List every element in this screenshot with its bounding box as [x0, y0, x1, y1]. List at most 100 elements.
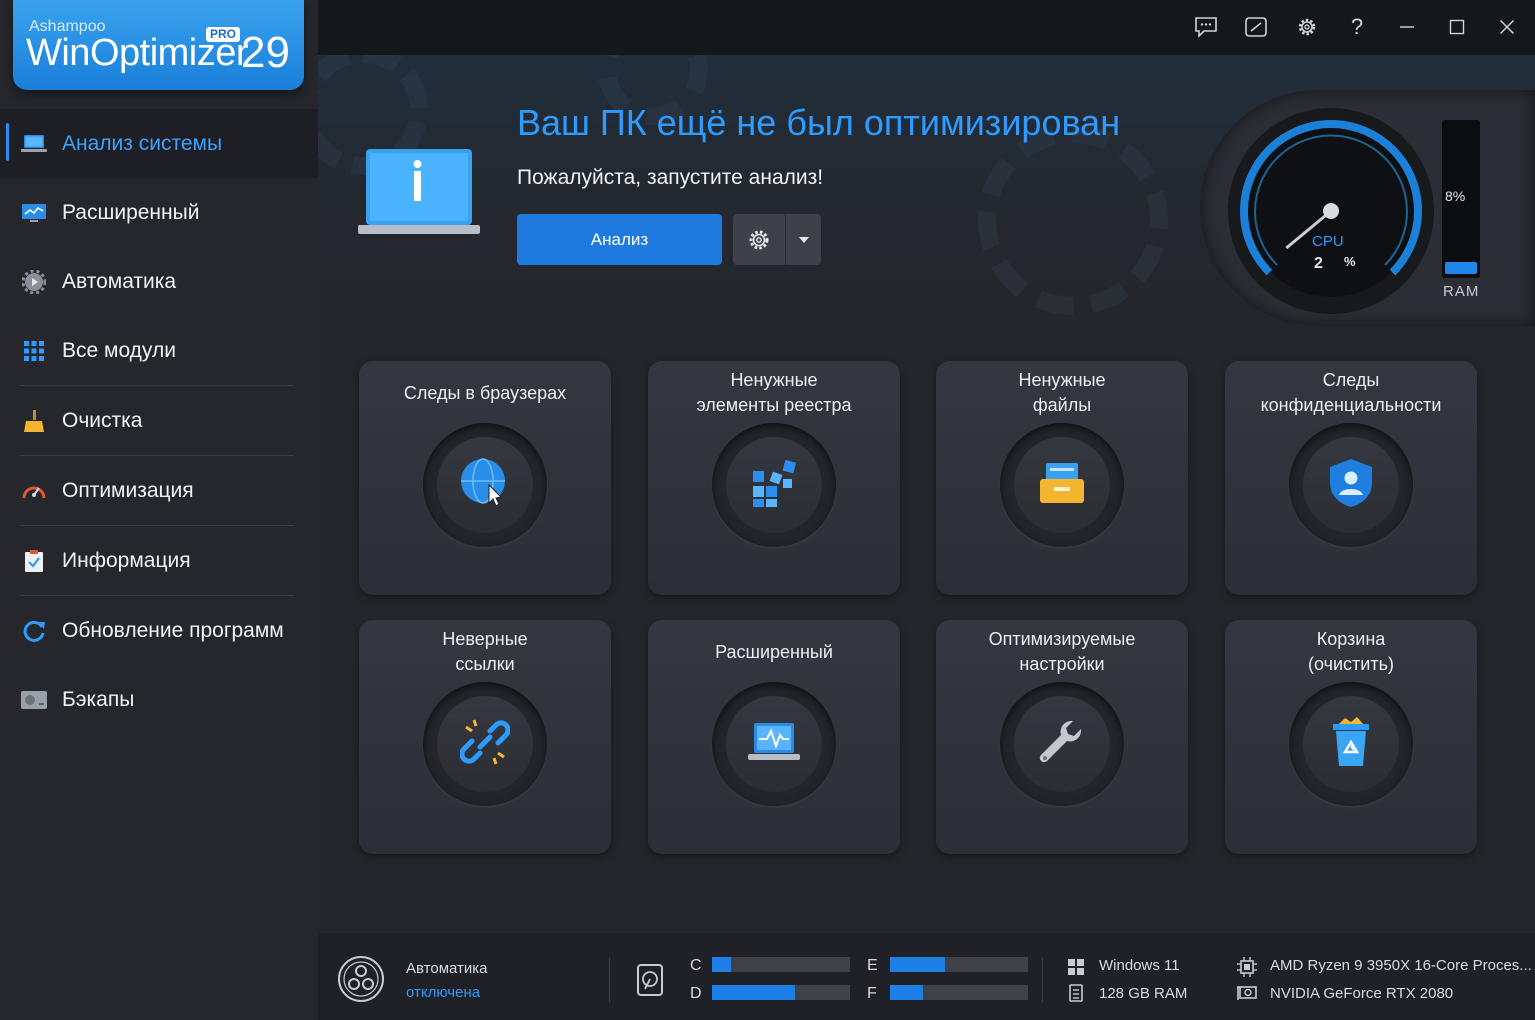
- tile-icon-disc: [1303, 696, 1399, 792]
- tile-recycle-bin[interactable]: Корзина (очистить): [1225, 620, 1477, 854]
- sidebar-nav: Анализ системы Расширенный Автоматика Вс…: [0, 109, 318, 734]
- status-divider: [1042, 958, 1043, 1002]
- tile-browser-traces[interactable]: Следы в браузерах: [359, 361, 611, 595]
- tile-icon-disc: [1014, 696, 1110, 792]
- gear-play-icon: [20, 269, 48, 294]
- sidebar-item-label: Анализ системы: [62, 131, 223, 155]
- sidebar-item-system-analysis[interactable]: Анализ системы: [0, 109, 318, 178]
- tile-label: Следы в браузерах: [403, 382, 567, 403]
- tile-icon-ring: [1000, 682, 1124, 806]
- tile-icon-disc: [726, 437, 822, 533]
- feedback-icon[interactable]: [1189, 10, 1223, 44]
- sidebar: Ashampoo WinOptimizer PRO 29 Анализ сист…: [0, 0, 318, 1020]
- ram-value: 8%: [1445, 188, 1466, 204]
- settings-icon[interactable]: [733, 214, 786, 265]
- tile-optimizable-settings[interactable]: Оптимизируемые настройки: [936, 620, 1188, 854]
- cpu-unit: %: [1344, 254, 1356, 269]
- tile-label: Ненужные файлы: [1018, 370, 1106, 415]
- minimize-icon[interactable]: [1390, 10, 1424, 44]
- tile-label: Ненужные элементы реестра: [696, 370, 852, 415]
- os-info: Windows 11: [1099, 957, 1180, 974]
- status-divider: [609, 958, 610, 1002]
- ram-icon: [1069, 984, 1083, 1007]
- drive-c-usage-fill: [712, 957, 732, 972]
- tile-junk-files[interactable]: Ненужные файлы: [936, 361, 1188, 595]
- screenshot-icon[interactable]: [1239, 10, 1273, 44]
- file-tray-icon: [1038, 461, 1086, 510]
- sidebar-item-backups[interactable]: Бэкапы: [0, 665, 318, 734]
- sidebar-item-label: Оптимизация: [62, 478, 194, 502]
- drive-c-usage-bar: [712, 957, 850, 972]
- sidebar-item-label: Обновление программ: [62, 618, 284, 642]
- laptop-icon: [20, 132, 48, 156]
- sidebar-item-label: Очистка: [62, 408, 143, 432]
- recycle-bin-icon: [1329, 716, 1373, 773]
- monitor-chart-icon: [20, 201, 48, 225]
- sidebar-item-label: Бэкапы: [62, 687, 135, 711]
- tile-label: Оптимизируемые настройки: [988, 629, 1136, 674]
- drive-d-usage-fill: [712, 985, 795, 1000]
- tile-label: Корзина (очистить): [1308, 629, 1394, 674]
- tile-invalid-shortcuts[interactable]: Неверные ссылки: [359, 620, 611, 854]
- automation-icon[interactable]: [336, 954, 386, 1009]
- settings-icon[interactable]: [1290, 10, 1324, 44]
- maximize-icon[interactable]: [1440, 10, 1474, 44]
- cpu-label: CPU: [1312, 233, 1344, 250]
- tile-privacy-traces[interactable]: Следы конфиденциальности: [1225, 361, 1477, 595]
- drive-f-label: F: [867, 985, 877, 1002]
- tile-icon-disc: [437, 437, 533, 533]
- wrench-icon: [1037, 717, 1087, 772]
- automation-title: Автоматика: [406, 960, 488, 977]
- clipboard-check-icon: [20, 549, 48, 573]
- automation-state[interactable]: отключена: [406, 984, 480, 1001]
- drive-f-usage-fill: [890, 985, 924, 1000]
- title-bar: ?: [318, 0, 1535, 55]
- sidebar-item-label: Информация: [62, 548, 191, 572]
- tile-icon-disc: [1014, 437, 1110, 533]
- laptop-pulse-icon: [747, 721, 801, 768]
- sidebar-item-all-modules[interactable]: Все модули: [0, 316, 318, 385]
- close-icon[interactable]: [1490, 10, 1524, 44]
- registry-blocks-icon: [749, 459, 799, 512]
- sidebar-item-information[interactable]: Информация: [0, 526, 318, 595]
- tile-icon-ring: [712, 682, 836, 806]
- tile-icon-ring: [712, 423, 836, 547]
- page-subtitle: Пожалуйста, запустите анализ!: [517, 166, 824, 189]
- tile-icon-ring: [1000, 423, 1124, 547]
- main-panel: Ваш ПК ещё не был оптимизирован Пожалуйс…: [318, 55, 1535, 933]
- sidebar-item-label: Автоматика: [62, 269, 177, 293]
- tile-label: Расширенный: [715, 641, 833, 662]
- logo-version: 29: [241, 28, 290, 77]
- sidebar-item-automation[interactable]: Автоматика: [0, 247, 318, 316]
- analyze-button[interactable]: Анализ: [517, 214, 722, 265]
- tile-icon-ring: [423, 423, 547, 547]
- globe-cursor-icon: [459, 457, 511, 514]
- cpu-value: 2: [1314, 255, 1323, 272]
- tile-label: Неверные ссылки: [442, 629, 528, 674]
- help-icon[interactable]: ?: [1340, 10, 1374, 44]
- sidebar-item-optimization[interactable]: Оптимизация: [0, 456, 318, 525]
- sidebar-item-cleanup[interactable]: Очистка: [0, 386, 318, 455]
- drive-d-label: D: [690, 985, 702, 1002]
- sidebar-item-advanced[interactable]: Расширенный: [0, 178, 318, 247]
- app-logo: Ashampoo WinOptimizer PRO 29: [13, 0, 304, 90]
- drive-e-usage-fill: [890, 957, 946, 972]
- drive-c-label: C: [690, 957, 702, 974]
- tile-icon-disc: [726, 696, 822, 792]
- ram-meter-fill: [1445, 262, 1477, 274]
- tile-registry-items[interactable]: Ненужные элементы реестра: [648, 361, 900, 595]
- chevron-down-icon[interactable]: [786, 214, 821, 265]
- broken-link-icon: [459, 717, 511, 772]
- analysis-settings-button[interactable]: [733, 214, 821, 265]
- status-bar: Автоматика отключена C D E F Windows 11 …: [318, 933, 1535, 1020]
- sidebar-item-software-updates[interactable]: Обновление программ: [0, 596, 318, 665]
- grid-icon: [20, 339, 48, 363]
- drive-icon: [636, 963, 664, 1002]
- tile-icon-ring: [1289, 423, 1413, 547]
- tile-advanced[interactable]: Расширенный: [648, 620, 900, 854]
- shield-user-icon: [1327, 457, 1375, 514]
- refresh-icon: [20, 619, 48, 643]
- background-gear: [978, 125, 1168, 315]
- gpu-icon: [1237, 985, 1257, 1006]
- broom-icon: [20, 409, 48, 433]
